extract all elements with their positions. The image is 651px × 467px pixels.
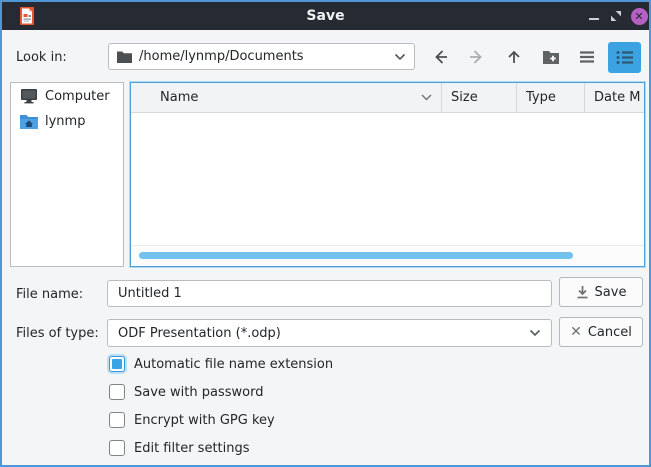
computer-icon [20,88,38,104]
back-button[interactable] [431,48,449,66]
new-folder-button[interactable] [542,48,560,66]
option-auto-extension[interactable]: Automatic file name extension [109,356,333,372]
option-encrypt-gpg[interactable]: Encrypt with GPG key [109,412,275,428]
column-header-name[interactable]: Name [131,83,441,112]
save-button-label: Save [595,285,627,300]
look-in-path: /home/lynmp/Documents [139,49,387,64]
save-dialog-window: Save ✕ Look in: /home/lynmp/Documents [0,0,651,467]
column-header-size[interactable]: Size [441,83,516,112]
sidebar-item-home[interactable]: lynmp [11,109,123,134]
window-title: Save [2,8,649,24]
checkbox[interactable] [109,412,125,428]
file-name-input[interactable] [107,280,552,307]
up-button[interactable] [505,48,523,66]
checkbox[interactable] [109,384,125,400]
cancel-button[interactable]: ✕ Cancel [559,317,643,347]
horizontal-scrollbar[interactable] [131,246,644,266]
column-header-date[interactable]: Date M [584,83,644,112]
save-icon [576,285,589,299]
close-icon: ✕ [631,8,648,25]
folder-icon [117,50,132,63]
detail-view-icon [616,50,633,65]
list-view-button[interactable] [579,48,595,66]
home-folder-icon [20,114,38,129]
file-list-viewport[interactable] [131,113,644,246]
chevron-down-icon [529,329,541,337]
look-in-label: Look in: [16,50,67,65]
file-list-header: Name Size Type Date M [131,83,644,113]
sidebar-item-label: Computer [45,89,110,104]
option-label: Automatic file name extension [134,357,333,372]
close-button[interactable]: ✕ [629,2,649,30]
option-label: Encrypt with GPG key [134,413,275,428]
option-save-password[interactable]: Save with password [109,384,263,400]
file-type-label: Files of type: [16,326,99,341]
look-in-combobox[interactable]: /home/lynmp/Documents [108,43,415,70]
cancel-button-label: Cancel [588,325,632,340]
titlebar[interactable]: Save ✕ [2,2,649,30]
save-button[interactable]: Save [559,277,643,307]
column-header-type[interactable]: Type [516,83,584,112]
option-label: Save with password [134,385,263,400]
detail-view-button[interactable] [608,42,641,73]
chevron-down-icon [394,53,406,61]
sidebar-item-computer[interactable]: Computer [11,83,123,109]
file-list[interactable]: Name Size Type Date M [130,82,645,267]
forward-button[interactable] [468,48,486,66]
cancel-icon: ✕ [570,324,582,340]
file-name-label: File name: [16,287,83,302]
scrollbar-thumb[interactable] [139,252,573,259]
places-sidebar: Computer lynmp [10,82,124,267]
sort-indicator-icon [421,94,432,101]
restore-icon [610,10,622,22]
checkbox[interactable] [109,440,125,456]
minimize-button[interactable] [585,2,603,30]
option-edit-filter[interactable]: Edit filter settings [109,440,250,456]
checkbox[interactable] [109,356,125,372]
file-type-value: ODF Presentation (*.odp) [118,326,529,341]
sidebar-item-label: lynmp [45,114,85,129]
option-label: Edit filter settings [134,441,250,456]
file-type-combobox[interactable]: ODF Presentation (*.odp) [107,319,552,347]
restore-button[interactable] [606,2,626,30]
